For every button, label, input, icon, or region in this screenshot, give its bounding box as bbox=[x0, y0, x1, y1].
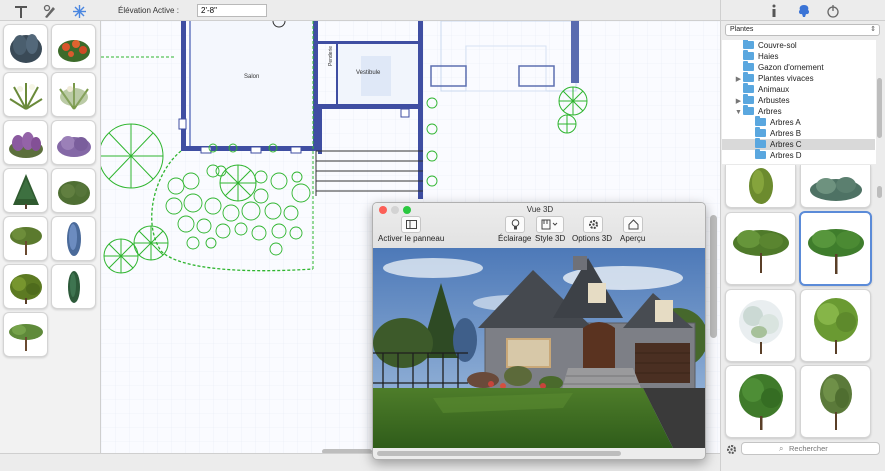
folder-icon bbox=[743, 83, 754, 93]
tree-item-arbres-c[interactable]: Arbres C bbox=[722, 138, 875, 150]
preview-label: Aperçu bbox=[620, 234, 646, 243]
plant-tile[interactable] bbox=[3, 264, 48, 309]
folder-icon bbox=[755, 138, 766, 148]
plant-tools-icon[interactable] bbox=[71, 3, 87, 19]
folder-icon bbox=[755, 127, 766, 137]
tree-item-arbres-b[interactable]: Arbres B bbox=[722, 127, 875, 139]
folder-icon bbox=[743, 61, 754, 71]
library-item-tile[interactable] bbox=[800, 289, 871, 362]
plant-tile[interactable] bbox=[51, 120, 96, 165]
paint-tools-icon[interactable] bbox=[42, 3, 58, 19]
library-plants-icon[interactable] bbox=[796, 3, 812, 19]
library-search-field[interactable]: ⌕ bbox=[741, 442, 880, 455]
library-tree: Couvre-sol Haies Gazon d'ornement ▶ Plant… bbox=[722, 40, 876, 164]
preview-button[interactable] bbox=[623, 216, 643, 233]
view3d-horizontal-scrollbar[interactable] bbox=[377, 451, 621, 456]
library-item-tile[interactable] bbox=[800, 165, 871, 208]
build-tools-icon[interactable] bbox=[13, 3, 29, 19]
plant-tile[interactable] bbox=[51, 72, 96, 117]
search-input[interactable] bbox=[789, 443, 877, 454]
lighting-label: Éclairage bbox=[498, 234, 532, 243]
tree-scrollbar[interactable] bbox=[877, 78, 882, 138]
options-3d-label: Options 3D bbox=[572, 234, 613, 243]
folder-icon bbox=[743, 40, 754, 49]
plant-tile[interactable] bbox=[3, 168, 48, 213]
elevation-field[interactable] bbox=[197, 4, 267, 17]
plant-tile[interactable] bbox=[51, 24, 96, 69]
tree-item-arbres-d[interactable]: Arbres D bbox=[722, 149, 875, 161]
library-category-dropdown[interactable]: Plantes ⇕ bbox=[725, 24, 880, 36]
info-icon[interactable] bbox=[767, 3, 781, 19]
folder-icon bbox=[755, 149, 766, 159]
library-category-value: Plantes bbox=[730, 26, 754, 33]
view3d-window: Vue 3D Activer le panneau Éclairage Styl… bbox=[372, 202, 706, 460]
view3d-render[interactable] bbox=[373, 248, 705, 448]
folder-icon bbox=[743, 50, 754, 60]
elevation-label: Élévation Active : bbox=[118, 6, 179, 15]
plant-tile[interactable] bbox=[51, 168, 96, 213]
plant-tile[interactable] bbox=[3, 216, 48, 261]
tree-item-arbres[interactable]: ▼ Arbres bbox=[722, 105, 875, 117]
room-label-vestibule: Vestibule bbox=[356, 70, 381, 76]
folder-icon bbox=[743, 94, 754, 104]
folder-icon bbox=[755, 116, 766, 126]
plant-tile[interactable] bbox=[3, 312, 48, 357]
gear-icon[interactable] bbox=[725, 443, 737, 455]
plant-tile[interactable] bbox=[3, 24, 48, 69]
plant-tile[interactable] bbox=[3, 72, 48, 117]
library-scrollbar[interactable] bbox=[877, 186, 882, 198]
activate-panel-label: Activer le panneau bbox=[378, 234, 445, 243]
plant-tile[interactable] bbox=[51, 264, 96, 309]
plant-tile[interactable] bbox=[3, 120, 48, 165]
options-3d-button[interactable] bbox=[583, 216, 603, 233]
library-item-tile[interactable] bbox=[800, 365, 871, 438]
plant-tile[interactable] bbox=[51, 216, 96, 261]
search-icon: ⌕ bbox=[779, 444, 784, 453]
library-item-tile[interactable] bbox=[725, 365, 796, 438]
plan-vertical-scrollbar[interactable] bbox=[710, 215, 717, 338]
library-item-tile[interactable] bbox=[725, 289, 796, 362]
folder-icon bbox=[743, 105, 754, 115]
room-label-penderie: Penderie bbox=[328, 45, 334, 66]
lighting-button[interactable] bbox=[505, 216, 525, 233]
library-item-tile[interactable] bbox=[725, 165, 796, 208]
style-3d-label: Style 3D bbox=[535, 234, 566, 243]
camera-settings-icon[interactable] bbox=[825, 3, 841, 19]
tree-item-arbres-a[interactable]: Arbres A bbox=[722, 116, 875, 128]
library-item-tile[interactable] bbox=[725, 212, 796, 285]
room-label-living: Salon bbox=[244, 74, 260, 80]
view3d-title: Vue 3D bbox=[526, 205, 554, 214]
chevron-updown-icon: ⇕ bbox=[870, 26, 876, 33]
activate-panel-button[interactable] bbox=[401, 216, 421, 233]
style-3d-button[interactable] bbox=[536, 216, 564, 233]
folder-icon bbox=[743, 72, 754, 82]
library-item-tile-selected[interactable] bbox=[799, 211, 872, 286]
